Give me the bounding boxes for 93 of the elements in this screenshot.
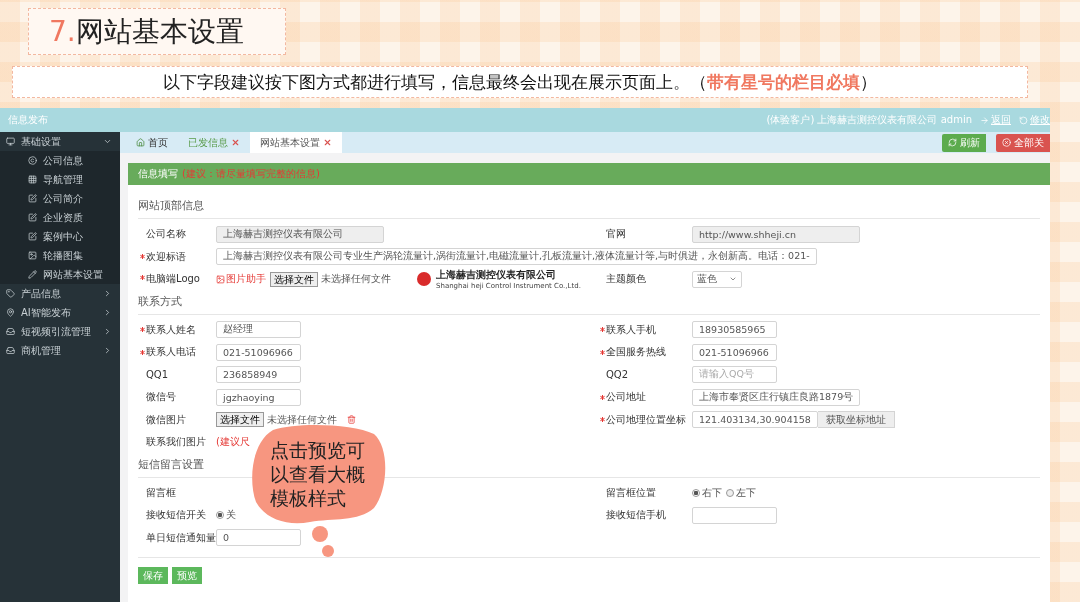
panel-title: 信息填写 [138,167,178,181]
edit-icon [28,194,37,203]
field-label: 公司名称 [146,227,187,242]
section-title: 网站顶部信息 [138,195,1040,219]
edit-icon [28,232,37,241]
arrow-right-icon [980,115,989,125]
close-icon[interactable] [231,138,240,147]
image-icon [28,251,37,260]
radio-option[interactable]: 左下 [726,485,756,500]
logo-mark-icon [417,272,431,287]
field-label: 电脑端Logo [146,272,201,287]
input-field[interactable] [692,506,777,524]
field-label: 主题颜色 [606,272,647,287]
section-title: 联系方式 [138,290,1040,315]
input-field[interactable]: 021-51096966 [692,343,777,361]
tag-icon [6,289,15,298]
sidebar-subitem[interactable]: 网站基本设置 [0,265,120,284]
tab[interactable]: 网站基本设置 [250,132,342,153]
input-field[interactable]: 236858949 [216,366,301,384]
file-status: 未选择任何文件 [321,272,391,287]
sidebar-item[interactable]: 商机管理 [0,341,120,360]
panel-hint: (建议：请尽量填写完整的信息) [182,167,320,181]
choose-file-button[interactable]: 选择文件 [216,412,264,428]
input-field[interactable]: 18930585965 [692,321,777,339]
image-icon [216,274,225,284]
field-label: 单日短信通知量 [146,530,216,545]
tab[interactable]: 首页 [126,132,178,153]
radio-option[interactable]: 关 [216,508,236,523]
get-coordinates-button[interactable]: 获取坐标地址 [817,411,895,429]
sidebar-subitem[interactable]: 案例中心 [0,227,120,246]
inbox-icon [6,327,15,336]
field-label: 接收短信手机 [606,508,667,523]
size-hint: (建议尺 [216,435,250,450]
input-field[interactable]: 赵经理 [216,321,301,339]
field-label: QQ1 [146,369,170,381]
callout-text: 点击预览可以查看大概模板样式 [270,438,366,510]
field-label: 联系我们图片 [146,435,207,450]
field-label: 接收短信开关 [146,508,207,523]
input-field[interactable]: 上海市奉贤区庄行镇庄良路1879号 [692,388,861,406]
input-field[interactable]: 121.403134,30.904158 [692,411,818,429]
slide-number: 7. [49,15,76,48]
slide-title: 网站基本设置 [75,13,244,50]
sidebar-item[interactable]: 短视频引流管理 [0,322,120,341]
field-label: 联系人电话 [146,345,197,360]
field-label: 欢迎标语 [146,249,187,264]
inbox-icon [6,346,15,355]
input-field[interactable]: 0 [216,529,301,547]
field-label: 微信图片 [146,412,187,427]
choose-file-button[interactable]: 选择文件 [270,271,318,287]
field-label: 公司地址 [606,390,647,405]
trash-icon[interactable] [347,415,356,425]
field-label: 官网 [606,227,627,242]
grid-icon [28,175,37,184]
sidebar-subitem[interactable]: 导航管理 [0,170,120,189]
home-icon [136,138,145,147]
radio-option[interactable]: 右下 [692,485,722,500]
field-label: 全国服务热线 [606,345,667,360]
account-info: (体验客户) 上海赫吉测控仪表有限公司 admin [766,113,972,127]
sidebar-item[interactable]: AI智能发布 [0,303,120,322]
field-label: 微信号 [146,390,177,405]
edit-icon [28,213,37,222]
input-field[interactable]: 上海赫吉测控仪表有限公司专业生产涡轮流量计,涡街流量计,电磁流量计,孔板流量计,液体流量计等,与时俱进，永创新高。电话：021- [216,248,817,266]
sidebar-item[interactable]: 产品信息 [0,284,120,303]
logo-name: 上海赫吉测控仪表有限公司 [436,268,557,282]
select-field[interactable]: 蓝色 [692,270,742,288]
sidebar-subitem[interactable]: 企业资质 [0,208,120,227]
sidebar-item[interactable]: 基础设置 [0,132,120,151]
slide-subtitle: 以下字段建议按下图方式都进行填写，信息最终会出现在展示页面上。（带有星号的栏目必填） [12,66,1028,98]
field-label: 留言框 [146,485,177,500]
app-title: 信息发布 [8,113,48,127]
sidebar-subitem[interactable]: 公司简介 [0,189,120,208]
close-circle-icon [1002,138,1011,147]
field-label: QQ2 [606,369,630,381]
close-icon[interactable] [323,138,332,147]
sidebar-subitem[interactable]: 轮播图集 [0,246,120,265]
map-pin-icon [6,308,15,317]
rotate-icon [1019,115,1028,125]
copyright-icon [28,156,37,165]
monitor-icon [6,137,15,146]
input-field[interactable]: http://www.shheji.cn [692,225,860,243]
input-field[interactable]: 上海赫吉测控仪表有限公司 [216,225,384,243]
input-field[interactable]: 021-51096966 [216,343,301,361]
field-label: 公司地理位置坐标 [606,412,687,427]
field-label: 联系人手机 [606,322,657,337]
refresh-icon [948,138,957,147]
file-status: 未选择任何文件 [267,412,337,427]
close-all-button[interactable]: 全部关 [996,133,1050,152]
field-label: 联系人姓名 [146,322,197,337]
input-field[interactable]: jgzhaoying [216,388,301,406]
sidebar-subitem[interactable]: 公司信息 [0,151,120,170]
image-helper-link[interactable]: 图片助手 [216,272,266,287]
field-label: 留言框位置 [606,485,657,500]
pencil-icon [28,270,37,279]
